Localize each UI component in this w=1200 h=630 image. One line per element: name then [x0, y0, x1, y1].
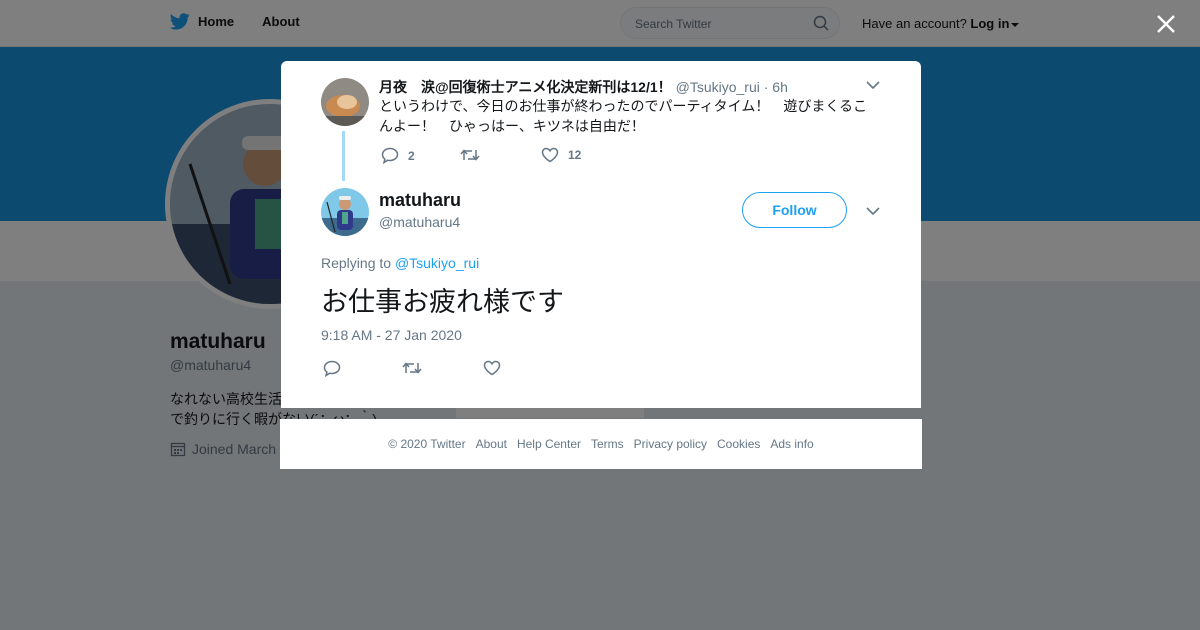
tweet-timestamp[interactable]: 9:18 AM - 27 Jan 2020	[321, 327, 462, 343]
thread-connector-line	[342, 131, 345, 181]
footer-link-about[interactable]: About	[476, 437, 507, 451]
replying-prefix: Replying to	[321, 255, 392, 271]
retweet-icon	[460, 149, 480, 161]
main-retweet-button[interactable]	[402, 360, 431, 376]
parent-tweet-avatar[interactable]	[321, 78, 369, 126]
main-tweet-avatar[interactable]	[321, 188, 369, 236]
modal-footer: © 2020 Twitter About Help Center Terms P…	[280, 419, 922, 469]
reply-icon	[381, 147, 399, 164]
parent-tweet-handle-time[interactable]: @Tsukiyo_rui · 6h	[676, 79, 788, 95]
main-tweet-handle[interactable]: @matuharu4	[379, 214, 460, 230]
footer-link-privacy[interactable]: Privacy policy	[634, 437, 707, 451]
reply-count: 2	[408, 148, 415, 163]
main-tweet-author[interactable]: matuharu	[379, 190, 461, 211]
close-icon[interactable]	[1155, 13, 1177, 35]
angler-avatar-icon	[321, 188, 369, 236]
footer-link-ads-info[interactable]: Ads info	[770, 437, 813, 451]
parent-tweet-text: というわけで、今日のお仕事が終わったのでパーティタイム！ 遊びまくるこんよー！ …	[379, 98, 868, 134]
follow-button[interactable]: Follow	[742, 192, 847, 228]
parent-tweet-header: 月夜 涙@回復術士アニメ化決定新刊は12/1！ @Tsukiyo_rui · 6h	[379, 77, 788, 97]
footer-link-terms[interactable]: Terms	[591, 437, 624, 451]
replying-mention-link[interactable]: @Tsukiyo_rui	[395, 255, 479, 271]
heart-icon	[483, 360, 501, 376]
parent-reply-button[interactable]: 2	[381, 147, 415, 164]
chevron-down-icon[interactable]	[866, 80, 880, 90]
footer-copyright: © 2020 Twitter	[388, 437, 466, 451]
footer-link-help-center[interactable]: Help Center	[517, 437, 581, 451]
heart-icon	[541, 147, 559, 163]
retweet-icon	[402, 362, 422, 374]
parent-like-button[interactable]: 12	[541, 147, 581, 163]
reply-icon	[323, 360, 341, 377]
main-like-button[interactable]	[483, 360, 510, 376]
footer-link-cookies[interactable]: Cookies	[717, 437, 760, 451]
main-tweet-text: お仕事お疲れ様です	[321, 287, 564, 317]
fox-avatar-icon	[321, 78, 369, 126]
main-reply-button[interactable]	[323, 360, 350, 377]
replying-to: Replying to @Tsukiyo_rui	[321, 255, 479, 271]
chevron-down-icon[interactable]	[866, 206, 880, 216]
parent-retweet-button[interactable]	[460, 147, 489, 163]
like-count: 12	[568, 148, 582, 162]
parent-tweet-author[interactable]: 月夜 涙@回復術士アニメ化決定新刊は12/1！	[379, 79, 672, 95]
